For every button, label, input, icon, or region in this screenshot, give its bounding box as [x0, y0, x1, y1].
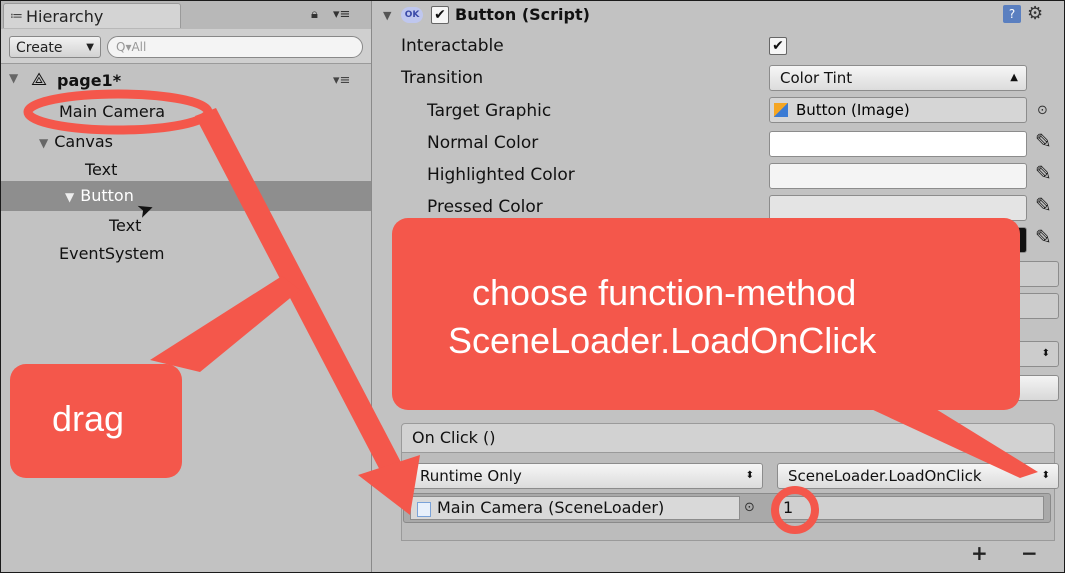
image-icon	[774, 103, 788, 117]
target-graphic-label: Target Graphic	[427, 101, 552, 121]
transition-dropdown[interactable]: Color Tint ▲	[769, 65, 1027, 91]
tree-item-text[interactable]: Text	[85, 157, 117, 183]
pressed-color-label: Pressed Color	[427, 197, 543, 217]
argument-field[interactable]: 1	[776, 496, 1044, 520]
expand-triangle-icon[interactable]: ▼	[65, 190, 74, 204]
expand-triangle-icon[interactable]: ▼	[39, 136, 48, 150]
eyedropper-icon[interactable]: ✎	[1035, 193, 1052, 217]
highlighted-color-field[interactable]	[769, 163, 1027, 189]
dropdown-arrow-icon: ⬍	[1041, 348, 1050, 359]
normal-color-field[interactable]	[769, 131, 1027, 157]
dropdown-arrow-icon: ⬍	[745, 470, 754, 481]
function-callout: choose function-method SceneLoader.LoadO…	[392, 218, 1020, 410]
script-icon	[417, 502, 431, 517]
target-object-value: Main Camera (SceneLoader)	[437, 498, 665, 517]
create-button[interactable]: Create ▼	[9, 36, 101, 58]
list-icon: ≔	[10, 9, 23, 24]
hierarchy-toolbar: Create ▼ Q▾All	[1, 29, 371, 64]
dropdown-arrow-icon: ⬍	[1041, 470, 1050, 481]
component-header[interactable]: ▼ OK ✔ Button (Script) ? ⚙	[373, 1, 1064, 31]
add-listener-button[interactable]: +	[971, 541, 988, 565]
tree-item-canvas[interactable]: ▼ Canvas	[39, 129, 113, 155]
onclick-label: On Click ()	[412, 428, 496, 447]
gear-icon[interactable]: ⚙	[1027, 3, 1043, 24]
tree-item-label: Main Camera	[59, 102, 166, 121]
tree-item-button[interactable]: ▼ Button	[65, 183, 134, 209]
expand-triangle-icon[interactable]: ▼	[9, 71, 18, 85]
transition-value: Color Tint	[780, 69, 853, 87]
create-button-label: Create	[16, 40, 63, 56]
transition-label: Transition	[401, 68, 484, 88]
remove-listener-button[interactable]: −	[1021, 541, 1038, 565]
hierarchy-panel: ≔ Hierarchy 🔒︎ ▾≡ Create ▼ Q▾All ▼ ⟁ pag…	[1, 1, 372, 572]
scene-row[interactable]: ▼ ⟁ page1* ▾≡	[1, 65, 371, 95]
object-picker-icon[interactable]: ⊙	[744, 500, 755, 515]
help-icon[interactable]: ?	[1003, 5, 1021, 23]
runtime-value: Runtime Only	[420, 467, 522, 485]
eyedropper-icon[interactable]: ✎	[1035, 225, 1052, 249]
scene-menu-icon[interactable]: ▾≡	[333, 73, 350, 88]
object-picker-icon[interactable]: ⊙	[1037, 103, 1048, 118]
drag-callout-text: drag	[52, 398, 125, 439]
tree-item-eventsystem[interactable]: EventSystem	[59, 241, 165, 267]
hierarchy-search-input[interactable]: Q▾All	[107, 36, 363, 58]
component-enabled-checkbox[interactable]: ✔	[431, 6, 449, 24]
onclick-call-row: Main Camera (SceneLoader) ⊙ 1	[403, 493, 1051, 523]
dropdown-arrow-icon: ▲	[1010, 72, 1018, 83]
runtime-dropdown[interactable]: Runtime Only ⬍	[409, 463, 763, 489]
interactable-checkbox[interactable]: ✔	[769, 37, 787, 55]
target-graphic-field[interactable]: Button (Image)	[769, 97, 1027, 123]
tree-item-button-text[interactable]: Text	[109, 213, 141, 239]
onclick-header: On Click ()	[401, 423, 1055, 453]
tree-item-label: EventSystem	[59, 244, 165, 263]
argument-value: 1	[783, 498, 794, 517]
target-object-field[interactable]: Main Camera (SceneLoader)	[410, 496, 740, 520]
tree-item-label: Text	[109, 216, 142, 235]
function-callout-line2: SceneLoader.LoadOnClick	[448, 320, 877, 361]
eyedropper-icon[interactable]: ✎	[1035, 129, 1052, 153]
selected-row-highlight	[1, 181, 371, 211]
tree-item-label: Text	[85, 160, 118, 179]
tree-item-main-camera[interactable]: Main Camera	[59, 99, 165, 125]
fold-triangle-icon[interactable]: ▼	[383, 9, 391, 22]
lock-icon[interactable]: 🔒︎	[311, 7, 318, 22]
tree-item-label: Button	[80, 186, 134, 205]
scene-name: page1*	[57, 71, 122, 90]
dropdown-arrow-icon: ▼	[86, 42, 94, 53]
function-callout-line1: choose function-method	[472, 272, 857, 313]
highlighted-color-label: Highlighted Color	[427, 165, 575, 185]
function-value: SceneLoader.LoadOnClick	[788, 467, 982, 485]
normal-color-label: Normal Color	[427, 133, 539, 153]
unity-logo-icon: ⟁	[31, 69, 48, 90]
panel-menu-icon[interactable]: ▾≡	[333, 7, 350, 22]
hierarchy-tab[interactable]: ≔ Hierarchy	[3, 3, 181, 28]
eyedropper-icon[interactable]: ✎	[1035, 161, 1052, 185]
script-ok-icon: OK	[401, 7, 423, 23]
function-dropdown[interactable]: SceneLoader.LoadOnClick ⬍	[777, 463, 1059, 489]
target-graphic-value: Button (Image)	[796, 101, 910, 119]
interactable-label: Interactable	[401, 36, 504, 56]
drag-callout: drag	[10, 364, 182, 478]
tree-item-label: Canvas	[54, 132, 113, 151]
hierarchy-tab-label: Hierarchy	[26, 7, 104, 26]
component-title: Button (Script)	[455, 5, 590, 24]
